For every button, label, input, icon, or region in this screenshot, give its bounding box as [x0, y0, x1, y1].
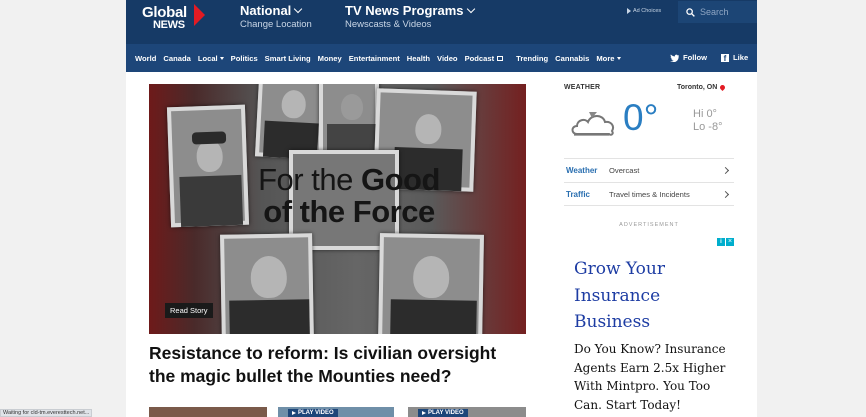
read-story-button[interactable]: Read Story: [165, 303, 213, 318]
nav-item-money[interactable]: Money: [318, 54, 342, 63]
tv-programs-menu[interactable]: TV News Programs Newscasts & Videos: [345, 3, 475, 30]
nav-item-canada[interactable]: Canada: [163, 54, 190, 63]
hero-title-bold1: Good: [360, 162, 440, 197]
nav-label: Video: [437, 53, 458, 63]
twitter-follow-button[interactable]: Follow: [670, 53, 707, 62]
weather-temperature: 0°: [623, 97, 659, 138]
row-value: Overcast: [609, 166, 640, 175]
location-title: National: [240, 3, 292, 18]
logo-mark-icon: [194, 4, 205, 26]
search-box[interactable]: [678, 1, 757, 23]
facebook-like-button[interactable]: f Like: [721, 53, 749, 63]
follow-label: Follow: [683, 53, 708, 62]
adchoices-link[interactable]: Ad Choices: [627, 8, 661, 14]
video-thumbnail[interactable]: PLAY VIDEO: [278, 407, 394, 417]
weather-low: Lo -8°: [693, 121, 723, 133]
ad-headline: Grow Your Insurance Business: [574, 259, 665, 332]
nav-item-trending[interactable]: Trending: [516, 54, 548, 63]
row-value: Travel times & Incidents: [609, 189, 690, 199]
nav-item-health[interactable]: Health: [407, 54, 430, 63]
chevron-right-icon: [721, 190, 730, 198]
weather-location[interactable]: Toronto, ON: [677, 83, 727, 92]
play-video-label: PLAY VIDEO: [298, 410, 334, 416]
adchoices-icon: [627, 8, 631, 14]
nav-label: More: [596, 53, 615, 63]
location-selector[interactable]: National Change Location: [240, 3, 312, 30]
hero-title-bold2: of the Force: [263, 194, 435, 229]
play-icon: [292, 411, 296, 415]
like-label: Like: [733, 53, 749, 62]
nav-label: Canada: [163, 53, 191, 63]
ad-close-icon[interactable]: ×: [726, 238, 734, 246]
cloudy-weather-icon: [571, 112, 615, 136]
play-video-label: PLAY VIDEO: [428, 410, 464, 416]
global-news-logo[interactable]: Global NEWS: [142, 4, 212, 36]
weather-hi-lo: Hi 0° Lo -8°: [693, 108, 722, 134]
nav-item-entertainment[interactable]: Entertainment: [349, 54, 400, 63]
video-thumbnail[interactable]: PLAY VIDEO: [408, 407, 526, 417]
top-header: Global NEWS National Change Location TV …: [126, 0, 757, 44]
nav-label: Health: [406, 53, 431, 63]
play-icon: [422, 411, 426, 415]
hero-headline-link[interactable]: Resistance to reform: Is civilian oversi…: [149, 342, 526, 388]
ad-controls[interactable]: i ×: [717, 238, 734, 246]
ad-body: Do You Know? Insurance Agents Earn 2.5x …: [574, 342, 726, 412]
play-video-badge: PLAY VIDEO: [288, 409, 338, 417]
external-link-icon: [497, 55, 504, 61]
nav-item-world[interactable]: World: [135, 54, 156, 63]
tv-programs-title: TV News Programs: [345, 3, 464, 18]
weather-heading: WEATHER: [564, 84, 601, 91]
search-icon: [686, 7, 695, 17]
chevron-right-icon: [721, 166, 730, 175]
nav-label: World: [135, 53, 157, 63]
nav-item-local[interactable]: Local: [198, 54, 224, 63]
weather-conditions-row[interactable]: Weather Overcast: [564, 158, 734, 182]
play-video-badge: PLAY VIDEO: [418, 409, 468, 417]
nav-item-smart-living[interactable]: Smart Living: [265, 54, 311, 63]
nav-label: Money: [317, 53, 342, 63]
page: Global NEWS National Change Location TV …: [126, 0, 757, 417]
caret-down-icon: [616, 56, 621, 60]
story-thumbnail[interactable]: [149, 407, 267, 417]
advertisement-label: ADVERTISEMENT: [619, 222, 679, 228]
nav-item-more[interactable]: More: [596, 53, 621, 63]
nav-item-cannabis[interactable]: Cannabis: [555, 54, 589, 63]
nav-label: Entertainment: [348, 53, 400, 63]
row-key: Weather: [566, 166, 598, 175]
insurance-ad[interactable]: i × Grow Your Insurance Business Do You …: [566, 236, 736, 417]
weather-high: Hi 0°: [693, 108, 717, 120]
collage-photo: [378, 233, 484, 334]
chevron-down-icon: [466, 4, 475, 14]
nav-label: Trending: [516, 53, 549, 63]
browser-status-bar: Waiting for cld-tm.everesttech.net...: [0, 409, 93, 417]
nav-item-podcast[interactable]: Podcast: [465, 54, 504, 63]
nav-label: Local: [197, 53, 218, 63]
main-nav: World Canada Local Politics Smart Living…: [126, 44, 757, 72]
collage-photo: [319, 84, 379, 160]
location-pin-icon: [719, 83, 727, 92]
hero-image[interactable]: For the Good of the Force Read Story: [149, 84, 526, 334]
chevron-down-icon: [294, 4, 303, 14]
collage-photo: [220, 233, 314, 334]
hero-title: For the Good of the Force: [219, 164, 479, 228]
weather-location-label: Toronto, ON: [677, 84, 718, 91]
tv-programs-subtitle: Newscasts & Videos: [345, 19, 432, 30]
nav-label: Podcast: [464, 53, 495, 63]
nav-label: Smart Living: [264, 53, 311, 63]
collage-photo: [254, 84, 326, 160]
ad-info-icon[interactable]: i: [717, 238, 725, 246]
caret-down-icon: [219, 56, 224, 60]
twitter-icon: [670, 53, 679, 62]
adchoices-label: Ad Choices: [633, 8, 662, 14]
hero-title-light: For the: [258, 162, 353, 197]
facebook-icon: f: [721, 53, 729, 63]
nav-item-politics[interactable]: Politics: [231, 54, 258, 63]
traffic-row[interactable]: Traffic Travel times & Incidents: [564, 182, 734, 206]
search-input[interactable]: [700, 7, 750, 17]
location-subtitle: Change Location: [240, 19, 312, 30]
nav-label: Politics: [230, 53, 258, 63]
row-key: Traffic: [566, 189, 591, 199]
nav-item-video[interactable]: Video: [437, 54, 458, 63]
nav-label: Cannabis: [555, 53, 590, 63]
